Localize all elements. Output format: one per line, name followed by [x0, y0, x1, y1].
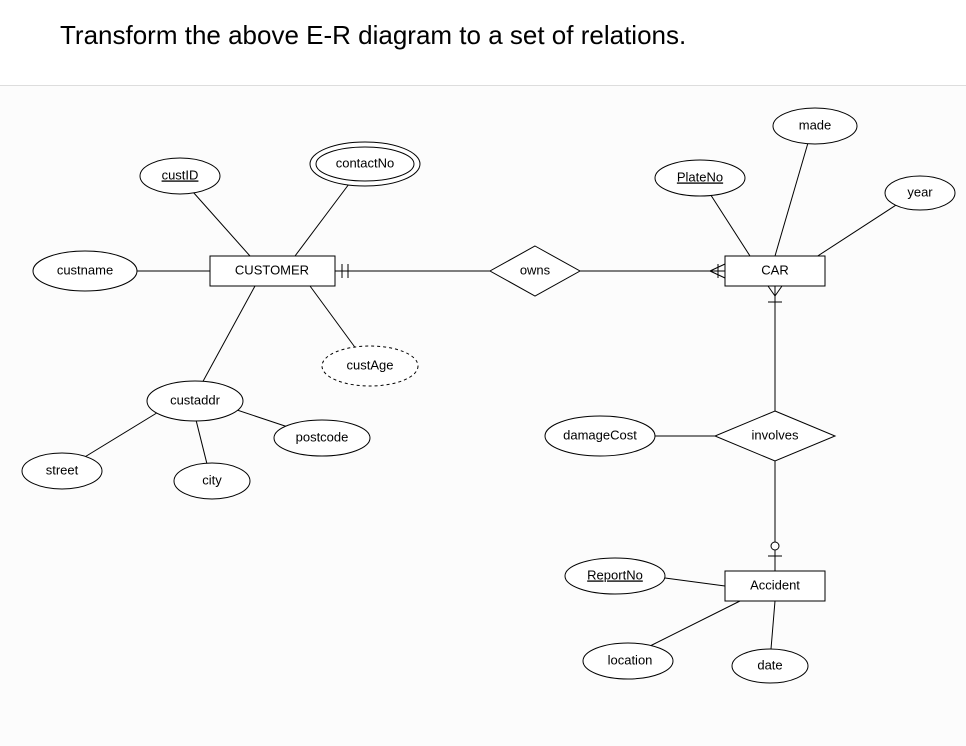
relationship-involves-label: involves [752, 427, 799, 442]
edge-custaddr-customer [195, 286, 255, 396]
attr-postcode-label: postcode [296, 429, 349, 444]
attr-city-label: city [202, 472, 222, 487]
attr-made-label: made [799, 117, 832, 132]
attr-street-label: street [46, 462, 79, 477]
edge-made-car [775, 136, 810, 256]
attr-custname-label: custname [57, 262, 113, 277]
edge-custid-customer [185, 183, 250, 256]
edge-plateno-car [705, 186, 750, 256]
entity-accident-label: Accident [750, 577, 800, 592]
er-diagram: CUSTOMER CAR Accident owns involves cust… [0, 85, 966, 746]
attr-date-label: date [757, 657, 782, 672]
entity-car-label: CAR [761, 262, 788, 277]
cardinality-crow-3b [768, 286, 775, 296]
attr-custaddr-label: custaddr [170, 392, 221, 407]
diagram-container: Transform the above E-R diagram to a set… [0, 0, 966, 746]
entity-customer-label: CUSTOMER [235, 262, 309, 277]
attr-plateno-label: PlateNo [677, 169, 723, 184]
edge-year-car [810, 196, 910, 261]
relationship-owns-label: owns [520, 262, 551, 277]
attr-reportno-label: ReportNo [587, 567, 643, 582]
edge-location-accident [640, 601, 740, 651]
cardinality-crow-3c [775, 286, 782, 296]
page-title: Transform the above E-R diagram to a set… [60, 20, 686, 51]
attr-location-label: location [608, 652, 653, 667]
attr-custid-label: custID [162, 167, 199, 182]
cardinality-circle-4a [771, 542, 779, 550]
attr-year-label: year [907, 184, 933, 199]
edge-contactno-customer [295, 176, 355, 256]
attr-custage-label: custAge [347, 357, 394, 372]
attr-contactno-label: contactNo [336, 155, 395, 170]
attr-damagecost-label: damageCost [563, 427, 637, 442]
